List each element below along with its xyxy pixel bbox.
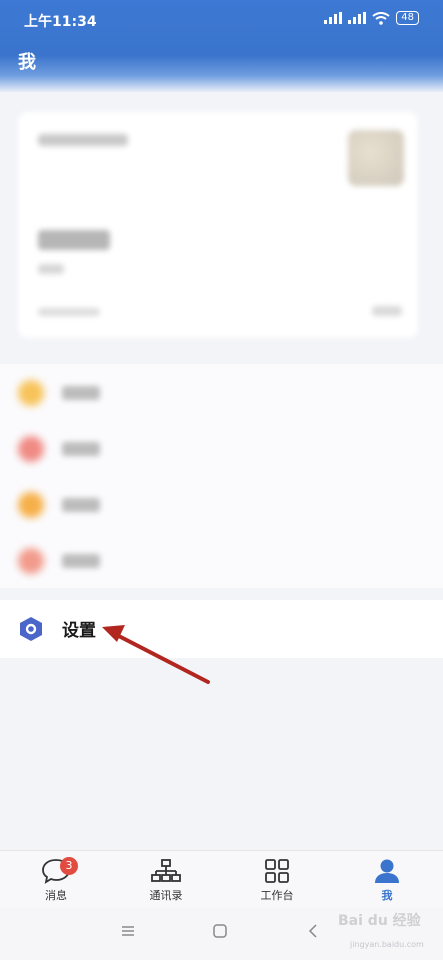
status-time: 上午11:34 [24,14,97,30]
menu-item-icon [18,492,44,518]
home-icon[interactable] [213,924,227,938]
tab-contacts[interactable]: 通讯录 [126,857,206,909]
menu-item-label-blur [62,554,100,568]
annotation-arrow-icon [102,625,210,684]
profile-name-blur [38,134,128,146]
profile-sub-blur [38,264,64,274]
unread-badge: 3 [60,857,78,875]
avatar [348,130,404,186]
back-icon[interactable] [306,924,320,938]
page-title: 我 [18,52,36,73]
menu-item-2[interactable] [0,420,443,476]
menu-item-3[interactable] [0,476,443,532]
menu-item-icon [18,548,44,574]
watermark-url: jingyan.baidu.com [350,940,424,949]
signal-icon [324,12,343,24]
battery-indicator: 48 [396,11,419,25]
menu-icon[interactable] [121,924,135,938]
tab-bar: 3 消息 通讯录 工作台 我 [0,850,443,909]
settings-label: 设置 [62,621,96,641]
profile-more-blur [372,306,402,316]
header: 上午11:34 48 我 [0,0,443,92]
profile-footer-blur [38,308,100,316]
menu-item-label-blur [62,386,100,400]
wifi-icon [372,11,390,25]
tab-label: 消息 [45,889,67,902]
tab-workbench[interactable]: 工作台 [237,857,317,909]
menu-item-label-blur [62,498,100,512]
person-icon [375,859,399,883]
profile-card[interactable] [18,112,418,338]
profile-title-blur [38,230,110,250]
grid-icon [265,859,289,883]
menu-item-icon [18,380,44,406]
signal-hd-icon [348,12,367,24]
watermark: Bai du 经验 [338,913,421,929]
tab-label: 通讯录 [149,889,183,902]
org-chart-icon [151,859,181,882]
status-icons: 48 [324,11,419,25]
menu-item-1[interactable] [0,364,443,420]
settings-hexagon-icon [20,617,42,641]
menu-item-icon [18,436,44,462]
tab-label: 我 [381,889,393,902]
tab-messages[interactable]: 3 消息 [16,857,96,909]
settings-row[interactable]: 设置 [0,600,443,658]
menu-item-4[interactable] [0,532,443,588]
menu-item-label-blur [62,442,100,456]
status-bar: 上午11:34 48 [0,0,443,38]
tab-me[interactable]: 我 [347,857,427,909]
tab-label: 工作台 [260,889,294,902]
